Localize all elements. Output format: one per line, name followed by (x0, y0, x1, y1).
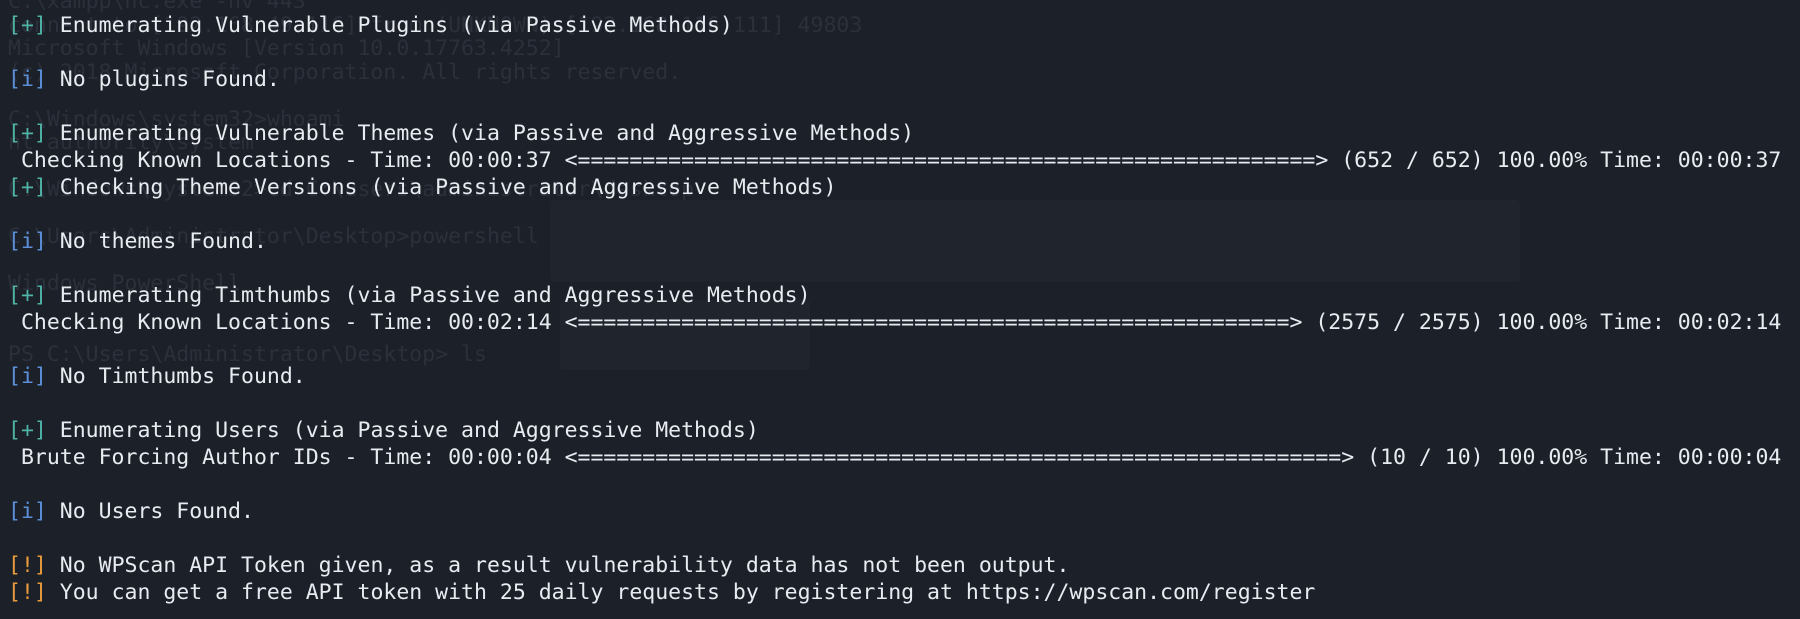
line-text: Checking Known Locations - Time: 00:02:1… (8, 310, 1782, 335)
line-text: No WPScan API Token given, as a result v… (46, 553, 1070, 578)
line-text: Enumerating Users (via Passive and Aggre… (46, 418, 759, 443)
output-line: [!] No WPScan API Token given, as a resu… (8, 552, 1800, 579)
terminal-window[interactable]: C:\xampp\nc.exe -nv 443 connect to [192.1… (0, 0, 1800, 619)
output-line: [+] Checking Theme Versions (via Passive… (8, 174, 1800, 201)
output-line: [!] You can get a free API token with 25… (8, 579, 1800, 606)
progress-line: Brute Forcing Author IDs - Time: 00:00:0… (8, 444, 1800, 471)
line-text: Enumerating Vulnerable Plugins (via Pass… (46, 13, 733, 38)
line-text: No plugins Found. (46, 67, 280, 92)
status-prefix: [i] (8, 67, 47, 92)
output-line: [i] No plugins Found. (8, 66, 1800, 93)
status-prefix: [+] (8, 13, 47, 38)
progress-line: Checking Known Locations - Time: 00:02:1… (8, 309, 1800, 336)
line-text: Checking Known Locations - Time: 00:00:3… (8, 148, 1782, 173)
progress-line: Checking Known Locations - Time: 00:00:3… (8, 147, 1800, 174)
output-line: [+] Enumerating Vulnerable Themes (via P… (8, 120, 1800, 147)
line-text: Enumerating Vulnerable Themes (via Passi… (46, 121, 915, 146)
status-prefix: [i] (8, 364, 47, 389)
status-prefix: [+] (8, 175, 47, 200)
status-prefix: [!] (8, 580, 47, 605)
status-prefix: [+] (8, 418, 47, 443)
line-text: No themes Found. (46, 229, 267, 254)
output-line: [+] Enumerating Vulnerable Plugins (via … (8, 12, 1800, 39)
status-prefix: [i] (8, 229, 47, 254)
status-prefix: [!] (8, 553, 47, 578)
line-text: Enumerating Timthumbs (via Passive and A… (46, 283, 811, 308)
terminal-output: [+] Enumerating Vulnerable Plugins (via … (8, 12, 1800, 606)
line-text: You can get a free API token with 25 dai… (46, 580, 1316, 605)
line-text: Brute Forcing Author IDs - Time: 00:00:0… (8, 445, 1782, 470)
status-prefix: [+] (8, 121, 47, 146)
output-line: [i] No themes Found. (8, 228, 1800, 255)
output-line: [i] No Users Found. (8, 498, 1800, 525)
output-line: [+] Enumerating Users (via Passive and A… (8, 417, 1800, 444)
status-prefix: [i] (8, 499, 47, 524)
line-text: Checking Theme Versions (via Passive and… (46, 175, 837, 200)
line-text: No Users Found. (46, 499, 254, 524)
line-text: No Timthumbs Found. (46, 364, 306, 389)
output-line: [i] No Timthumbs Found. (8, 363, 1800, 390)
output-line: [+] Enumerating Timthumbs (via Passive a… (8, 282, 1800, 309)
status-prefix: [+] (8, 283, 47, 308)
